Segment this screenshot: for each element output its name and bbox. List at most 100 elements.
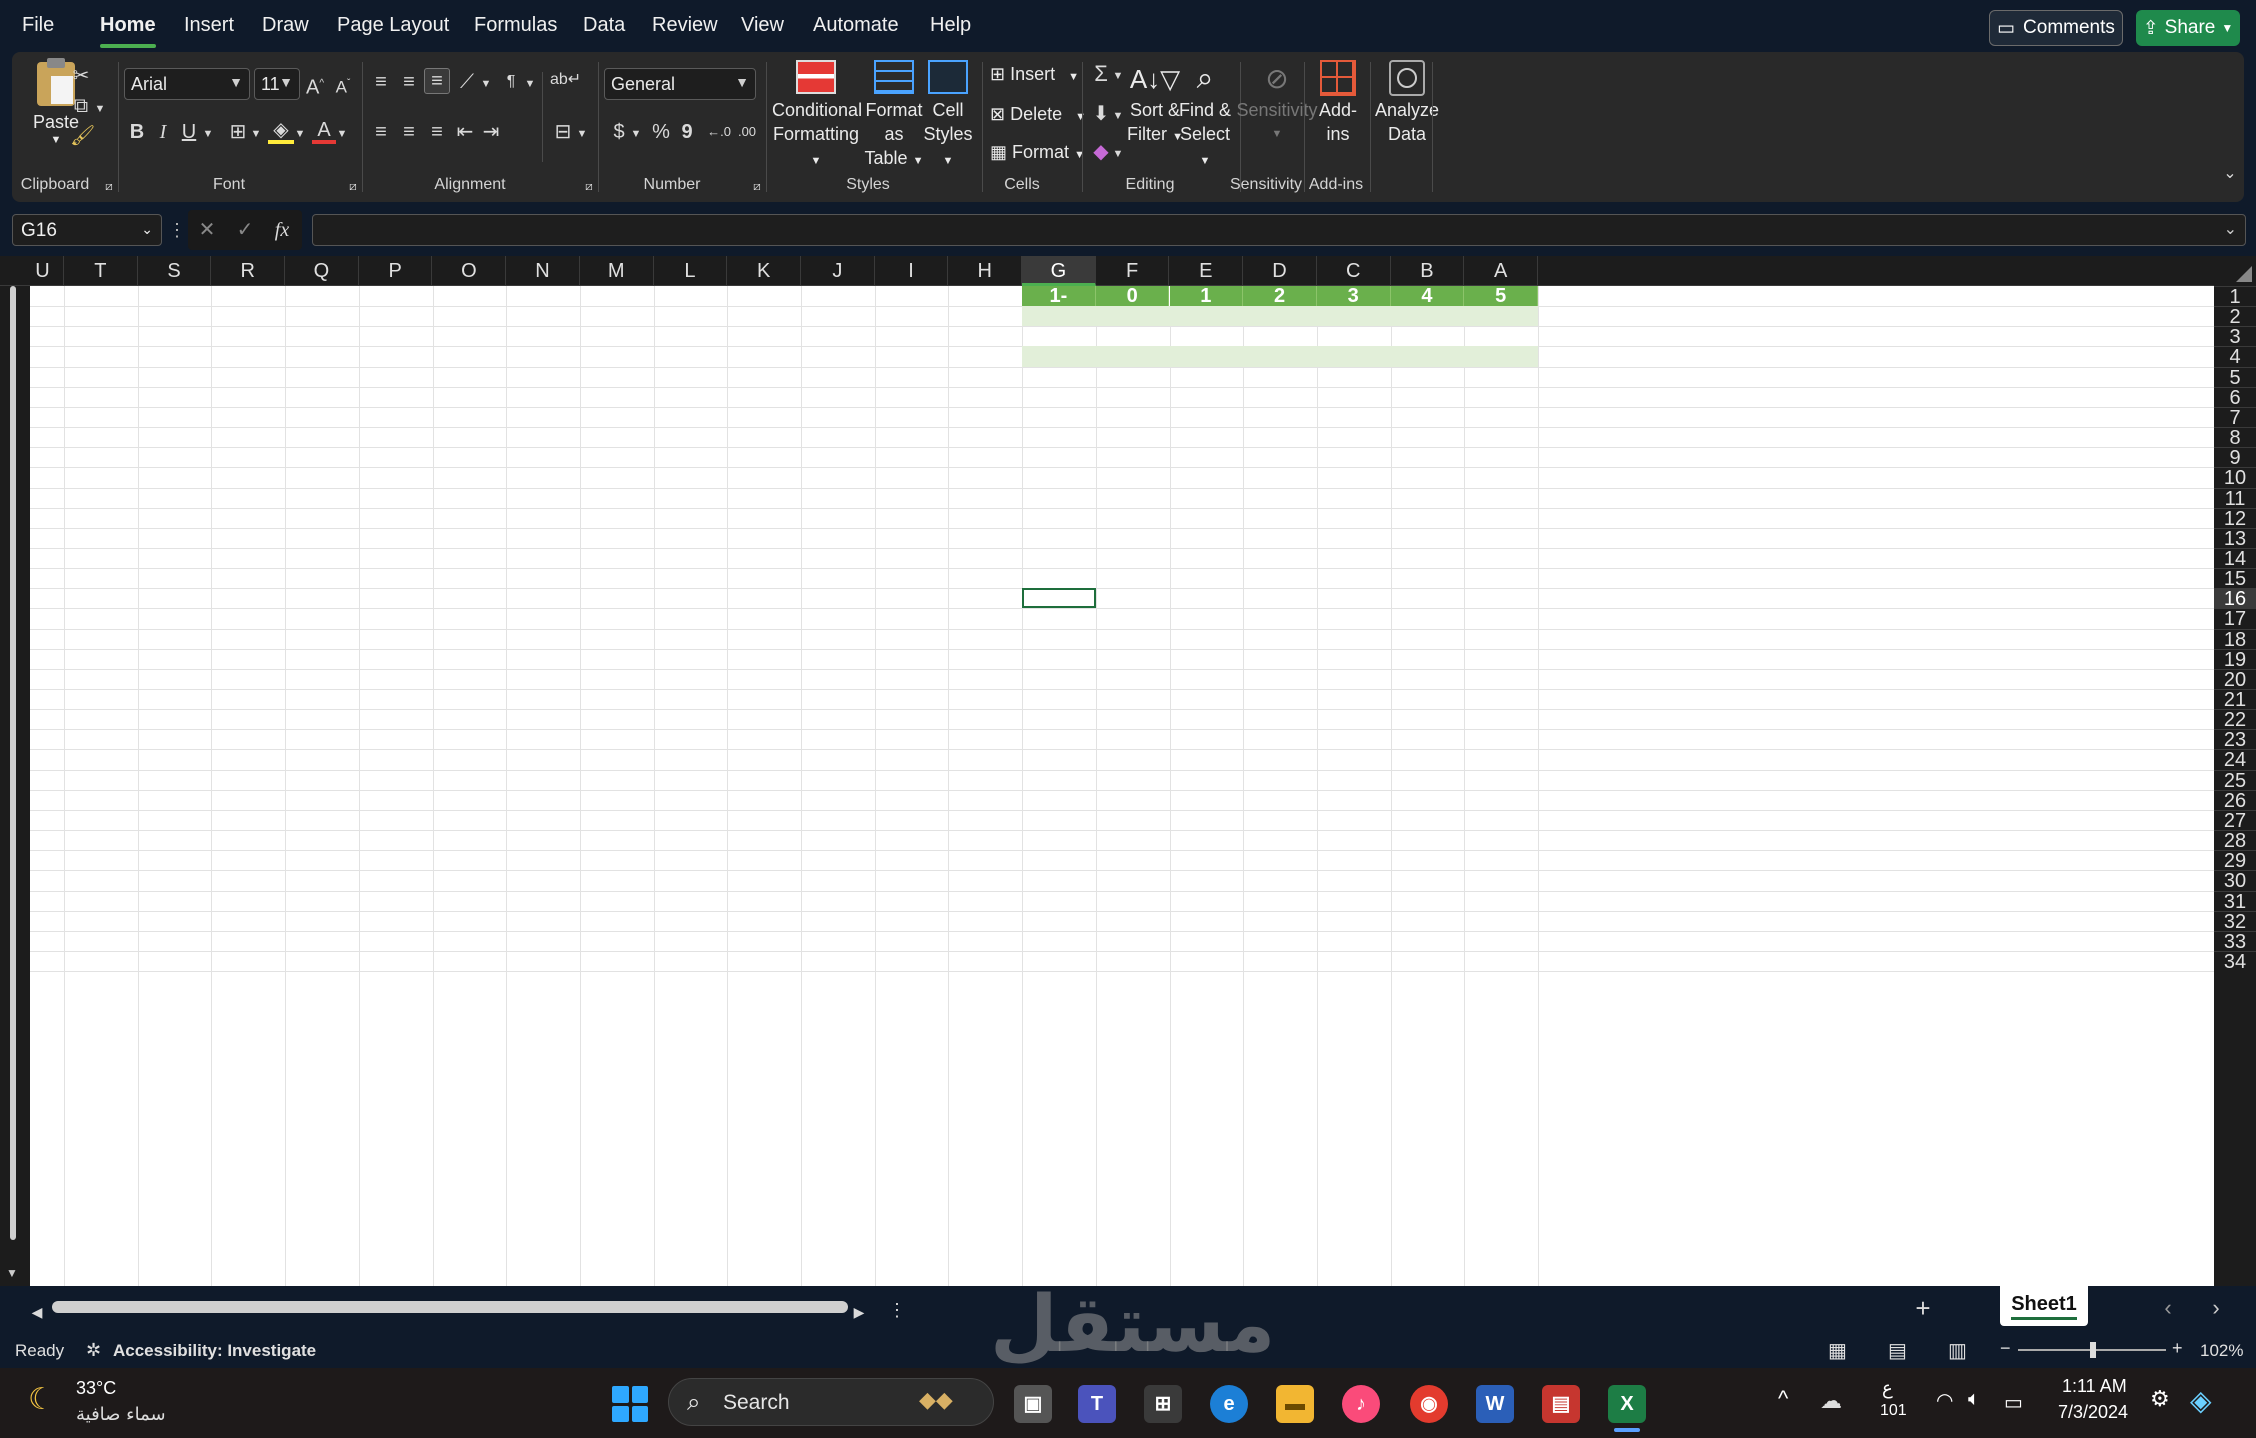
row-header-26[interactable]: 26 bbox=[2214, 789, 2256, 811]
row-header-22[interactable]: 22 bbox=[2214, 709, 2256, 730]
chevron-down-icon[interactable]: ▼ bbox=[94, 97, 106, 121]
battery-icon[interactable]: ▭ bbox=[2004, 1390, 2023, 1415]
select-all-button[interactable] bbox=[2214, 256, 2256, 286]
insert-cells-button[interactable]: ⊞ Insert ▼ bbox=[990, 64, 1079, 85]
volume-icon[interactable]: 🔈︎ bbox=[1968, 1388, 1980, 1411]
text-direction-icon[interactable]: ¶ bbox=[498, 70, 524, 94]
formula-input[interactable]: ⌄ bbox=[312, 214, 2246, 246]
menu-page-layout[interactable]: Page Layout bbox=[337, 14, 449, 37]
column-header-a[interactable]: A bbox=[1464, 256, 1538, 286]
chevron-down-icon[interactable]: ▼ bbox=[524, 72, 536, 96]
dialog-launcher-icon[interactable]: ⧄ bbox=[750, 174, 764, 198]
enter-icon[interactable]: ✓ bbox=[234, 218, 256, 242]
edge-icon[interactable]: e bbox=[1210, 1385, 1248, 1423]
column-header-i[interactable]: I bbox=[875, 256, 949, 286]
column-header-g[interactable]: G bbox=[1022, 256, 1096, 286]
cell-g1[interactable]: 1- bbox=[1022, 286, 1096, 306]
align-middle-icon[interactable]: ≡ bbox=[396, 70, 422, 94]
dialog-launcher-icon[interactable]: ⧄ bbox=[582, 174, 596, 198]
menu-automate[interactable]: Automate bbox=[813, 14, 899, 37]
app-icon[interactable]: ▤ bbox=[1542, 1385, 1580, 1423]
column-header-d[interactable]: D bbox=[1243, 256, 1317, 286]
row-header-9[interactable]: 9 bbox=[2214, 447, 2256, 468]
orientation-icon[interactable]: ⟋ bbox=[454, 70, 480, 94]
percent-button[interactable]: % bbox=[648, 120, 674, 144]
row-header-17[interactable]: 17 bbox=[2214, 608, 2256, 630]
align-left-icon[interactable]: ≡ bbox=[368, 120, 394, 144]
page-break-view-icon[interactable]: ▥ bbox=[1948, 1338, 1967, 1363]
cell-styles-button[interactable]: Cell Styles ▼ bbox=[918, 60, 978, 173]
vertical-scroll-thumb[interactable] bbox=[10, 286, 16, 1240]
page-layout-view-icon[interactable]: ▤ bbox=[1888, 1338, 1907, 1363]
prev-sheet-icon[interactable]: ‹ bbox=[2158, 1296, 2178, 1320]
scroll-right-icon[interactable]: ▶ bbox=[852, 1300, 866, 1324]
increase-font-size-icon[interactable]: A^ bbox=[302, 72, 328, 100]
chrome-icon[interactable]: ◉ bbox=[1410, 1385, 1448, 1423]
currency-button[interactable]: $ bbox=[608, 120, 630, 144]
row-header-1[interactable]: 1 bbox=[2214, 286, 2256, 307]
row-header-34[interactable]: 34 bbox=[2214, 950, 2256, 972]
comma-style-button[interactable]: 9 bbox=[676, 120, 698, 144]
merge-center-icon[interactable]: ⊟ bbox=[550, 120, 576, 144]
conditional-formatting-button[interactable]: Conditional Formatting ▼ bbox=[772, 60, 862, 173]
column-header-u[interactable]: U bbox=[22, 256, 64, 286]
align-center-icon[interactable]: ≡ bbox=[396, 120, 422, 144]
active-cell[interactable] bbox=[1022, 588, 1096, 609]
store-icon[interactable]: ⊞ bbox=[1144, 1385, 1182, 1423]
row-header-20[interactable]: 20 bbox=[2214, 668, 2256, 690]
horizontal-scroll-thumb[interactable] bbox=[52, 1301, 848, 1313]
column-header-q[interactable]: Q bbox=[285, 256, 359, 286]
chevron-down-icon[interactable]: ▼ bbox=[1112, 64, 1124, 88]
menu-review[interactable]: Review bbox=[652, 14, 718, 37]
cell-b1[interactable]: 4 bbox=[1390, 286, 1465, 306]
sheet-tab-sheet1[interactable]: Sheet1 bbox=[2000, 1286, 2088, 1326]
onedrive-icon[interactable]: ☁ bbox=[1820, 1388, 1842, 1414]
cell-e1[interactable]: 1 bbox=[1169, 286, 1244, 306]
row-header-24[interactable]: 24 bbox=[2214, 749, 2256, 771]
column-header-t[interactable]: T bbox=[64, 256, 138, 286]
windows-start-icon[interactable] bbox=[612, 1386, 648, 1422]
decrease-decimal-icon[interactable]: .00 bbox=[734, 120, 760, 144]
italic-button[interactable]: I bbox=[152, 120, 174, 144]
row-header-5[interactable]: 5 bbox=[2214, 366, 2256, 388]
add-sheet-icon[interactable]: + bbox=[1910, 1295, 1936, 1321]
align-bottom-icon[interactable]: ≡ bbox=[424, 68, 450, 94]
wrap-text-icon[interactable]: ab↵ bbox=[550, 68, 581, 92]
column-header-b[interactable]: B bbox=[1391, 256, 1465, 286]
add-ins-button[interactable]: Add-ins bbox=[1308, 60, 1368, 146]
row-header-25[interactable]: 25 bbox=[2214, 769, 2256, 791]
chevron-down-icon[interactable]: ▼ bbox=[1112, 104, 1124, 128]
chevron-down-icon[interactable]: ▼ bbox=[294, 122, 306, 146]
row-header-15[interactable]: 15 bbox=[2214, 568, 2256, 589]
font-size-select[interactable]: 11 ▼ bbox=[254, 68, 300, 100]
spreadsheet-grid[interactable]: ▲ ▼ UTSRQPONMLKJIHGFEDCBA 12345678910111… bbox=[0, 256, 2256, 1286]
more-options-icon[interactable]: ⋮ bbox=[888, 1298, 906, 1322]
row-header-11[interactable]: 11 bbox=[2214, 487, 2256, 509]
chevron-down-icon[interactable]: ▼ bbox=[250, 122, 262, 146]
column-header-k[interactable]: K bbox=[727, 256, 801, 286]
column-header-o[interactable]: O bbox=[433, 256, 507, 286]
column-header-f[interactable]: F bbox=[1096, 256, 1170, 286]
row-header-10[interactable]: 10 bbox=[2214, 467, 2256, 488]
more-options-icon[interactable]: ⋮ bbox=[168, 218, 186, 242]
column-header-m[interactable]: M bbox=[580, 256, 654, 286]
clear-icon[interactable]: ◆ bbox=[1088, 140, 1114, 164]
row-header-31[interactable]: 31 bbox=[2214, 890, 2256, 912]
menu-view[interactable]: View bbox=[741, 14, 784, 37]
row-header-3[interactable]: 3 bbox=[2214, 326, 2256, 347]
row-header-21[interactable]: 21 bbox=[2214, 689, 2256, 710]
wifi-icon[interactable]: ◠ bbox=[1936, 1388, 1953, 1413]
delete-cells-button[interactable]: ⊠ Delete ▼ bbox=[990, 104, 1086, 125]
excel-icon[interactable]: X bbox=[1608, 1385, 1646, 1423]
clock-date[interactable]: 7/3/2024 bbox=[2058, 1402, 2128, 1423]
keyboard-layout[interactable]: 101 bbox=[1880, 1402, 1907, 1420]
zoom-out-icon[interactable]: − bbox=[2000, 1338, 2011, 1359]
bold-button[interactable]: B bbox=[126, 120, 148, 144]
vertical-scrollbar[interactable]: ▲ ▼ bbox=[0, 256, 30, 1286]
chevron-down-icon[interactable]: ▼ bbox=[1112, 142, 1124, 166]
row-header-19[interactable]: 19 bbox=[2214, 648, 2256, 670]
row-header-27[interactable]: 27 bbox=[2214, 809, 2256, 831]
row-header-6[interactable]: 6 bbox=[2214, 386, 2256, 408]
autosum-icon[interactable]: Σ bbox=[1088, 62, 1114, 86]
decrease-font-size-icon[interactable]: Aˇ bbox=[330, 72, 356, 100]
